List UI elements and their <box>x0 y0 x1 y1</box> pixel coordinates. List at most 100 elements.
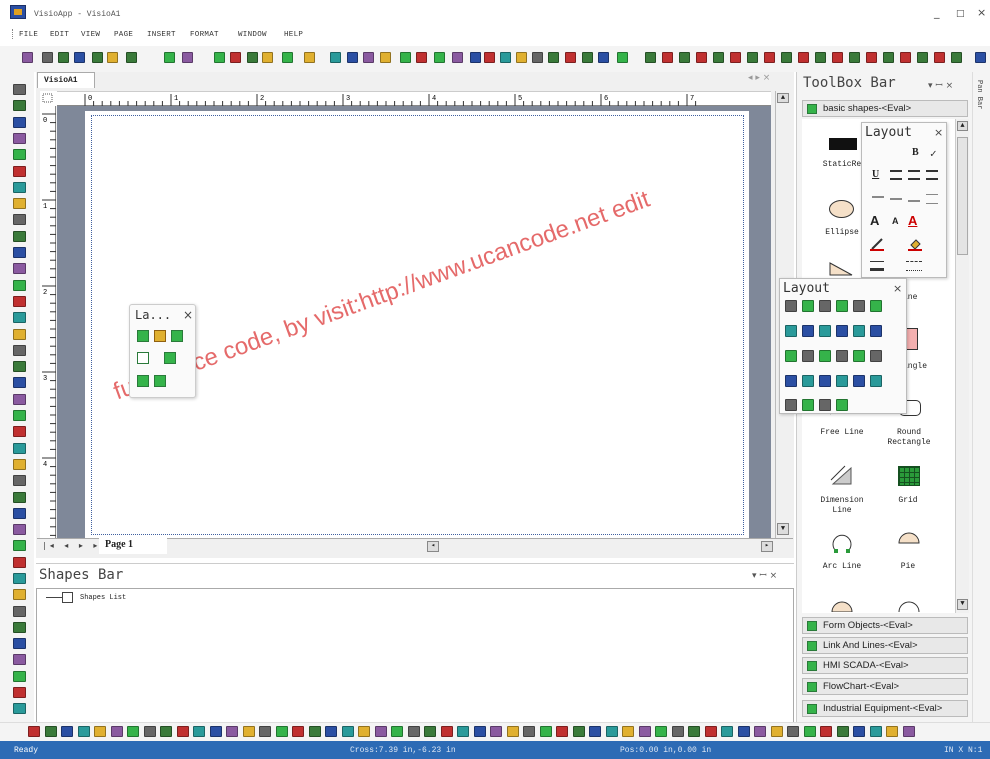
polygon-icon[interactable] <box>829 262 853 276</box>
left-tool-2-icon[interactable] <box>13 100 26 111</box>
draw-tool-44-icon[interactable] <box>738 726 750 737</box>
draw-tool-36-icon[interactable] <box>606 726 618 737</box>
menu-format[interactable]: FORMAT <box>190 31 219 39</box>
toolbar-tool-29-icon[interactable] <box>548 52 559 63</box>
layout-tool-18-icon[interactable] <box>870 350 882 362</box>
draw-tool-1-icon[interactable] <box>28 726 40 737</box>
left-tool-29-icon[interactable] <box>13 540 26 551</box>
align-center-icon[interactable] <box>908 170 920 180</box>
draw-tool-48-icon[interactable] <box>804 726 816 737</box>
left-tool-18-icon[interactable] <box>13 361 26 372</box>
toolbar-tool-26-icon[interactable] <box>500 52 511 63</box>
align-left-icon[interactable] <box>890 170 902 180</box>
draw-tool-10-icon[interactable] <box>177 726 189 737</box>
left-tool-38-icon[interactable] <box>13 687 26 698</box>
draw-tool-28-icon[interactable] <box>474 726 486 737</box>
layout-tool-6-icon[interactable] <box>870 300 882 312</box>
left-tool-28-icon[interactable] <box>13 524 26 535</box>
left-tool-23-icon[interactable] <box>13 443 26 454</box>
left-tool-34-icon[interactable] <box>13 622 26 633</box>
left-tool-15-icon[interactable] <box>13 312 26 323</box>
toolbar-tool-5-icon[interactable] <box>92 52 103 63</box>
fill-color-icon[interactable] <box>908 237 922 251</box>
static-rect-icon[interactable] <box>829 138 857 150</box>
layout-tool-24-icon[interactable] <box>870 375 882 387</box>
draw-tool-11-icon[interactable] <box>193 726 205 737</box>
layout-tool-13-icon[interactable] <box>785 350 797 362</box>
left-tool-36-icon[interactable] <box>13 654 26 665</box>
draw-tool-45-icon[interactable] <box>754 726 766 737</box>
draw-tool-31-icon[interactable] <box>523 726 535 737</box>
minimize-button[interactable]: _ <box>934 7 940 18</box>
layout-tool-14-icon[interactable] <box>802 350 814 362</box>
draw-tool-27-icon[interactable] <box>457 726 469 737</box>
draw-tool-3-icon[interactable] <box>61 726 73 737</box>
italic-icon[interactable]: ✓ <box>930 147 937 161</box>
toolbar-tool-32-icon[interactable] <box>598 52 609 63</box>
line-weight-icon[interactable] <box>870 261 884 271</box>
left-tool-3-icon[interactable] <box>13 117 26 128</box>
left-tool-6-icon[interactable] <box>13 166 26 177</box>
shape-scroll-up[interactable]: ▲ <box>957 121 968 131</box>
draw-tool-18-icon[interactable] <box>309 726 321 737</box>
align-bottom-icon[interactable] <box>908 200 920 204</box>
draw-tool-20-icon[interactable] <box>342 726 354 737</box>
toolbar-tool-17-icon[interactable] <box>347 52 358 63</box>
layout-tool-28-icon[interactable] <box>836 399 848 411</box>
left-tool-10-icon[interactable] <box>13 231 26 242</box>
left-tool-25-icon[interactable] <box>13 475 26 486</box>
left-tool-14-icon[interactable] <box>13 296 26 307</box>
toolbar-tool-14-icon[interactable] <box>282 52 293 63</box>
scroll-up-arrow[interactable]: ▲ <box>777 93 789 103</box>
layout-tool-5-icon[interactable] <box>853 300 865 312</box>
toolbar-tool-25-icon[interactable] <box>484 52 495 63</box>
menu-view[interactable]: VIEW <box>81 31 100 39</box>
toolbar-tool-43-icon[interactable] <box>798 52 809 63</box>
draw-tool-47-icon[interactable] <box>787 726 799 737</box>
toolbar-tool-30-icon[interactable] <box>565 52 576 63</box>
shape-list-scrollbar[interactable]: ▲ ▼ <box>955 119 969 613</box>
draw-tool-5-icon[interactable] <box>94 726 106 737</box>
shapes-bar-controls[interactable]: ▾ ꟷ × <box>752 568 777 581</box>
toolbar-tool-38-icon[interactable] <box>713 52 724 63</box>
draw-tool-25-icon[interactable] <box>424 726 436 737</box>
toolbar-tool-52-icon[interactable] <box>951 52 962 63</box>
left-tool-5-icon[interactable] <box>13 149 26 160</box>
shape-scroll-down[interactable]: ▼ <box>957 599 968 610</box>
toolbar-tool-33-icon[interactable] <box>617 52 628 63</box>
left-tool-20-icon[interactable] <box>13 394 26 405</box>
layout-tool-23-icon[interactable] <box>853 375 865 387</box>
toolbar-tool-15-icon[interactable] <box>304 52 315 63</box>
toolbar-tool-42-icon[interactable] <box>781 52 792 63</box>
draw-tool-19-icon[interactable] <box>325 726 337 737</box>
toolbar-tool-8-icon[interactable] <box>164 52 175 63</box>
draw-tool-29-icon[interactable] <box>490 726 502 737</box>
font-shrink-icon[interactable]: A <box>892 216 899 226</box>
page-tab[interactable]: Page 1 <box>99 538 167 554</box>
pan-bar-tab[interactable]: Pan Bar <box>975 80 983 109</box>
shapes-list-item[interactable]: Shapes List <box>80 594 126 602</box>
align-top-icon[interactable] <box>872 196 884 200</box>
layout-tool-26-icon[interactable] <box>802 399 814 411</box>
layer-select-icon[interactable] <box>164 352 176 364</box>
left-tool-4-icon[interactable] <box>13 133 26 144</box>
left-tool-33-icon[interactable] <box>13 606 26 617</box>
draw-tool-22-icon[interactable] <box>375 726 387 737</box>
toolbar-tool-2-icon[interactable] <box>42 52 53 63</box>
bullets-icon[interactable] <box>926 194 938 204</box>
toolbar-tool-21-icon[interactable] <box>416 52 427 63</box>
category-hmi-scada[interactable]: HMI SCADA-<Eval> <box>802 657 968 674</box>
left-tool-19-icon[interactable] <box>13 377 26 388</box>
toolbar-tool-37-icon[interactable] <box>696 52 707 63</box>
left-tool-1-icon[interactable] <box>13 84 26 95</box>
draw-tool-52-icon[interactable] <box>870 726 882 737</box>
layer-lock-icon[interactable] <box>154 375 166 387</box>
draw-tool-24-icon[interactable] <box>408 726 420 737</box>
line-style-icon[interactable] <box>906 261 922 271</box>
palette-close-icon[interactable]: × <box>183 308 193 322</box>
toolbar-tool-44-icon[interactable] <box>815 52 826 63</box>
left-tool-21-icon[interactable] <box>13 410 26 421</box>
toolbar-tool-48-icon[interactable] <box>883 52 894 63</box>
left-tool-16-icon[interactable] <box>13 329 26 340</box>
left-tool-7-icon[interactable] <box>13 182 26 193</box>
